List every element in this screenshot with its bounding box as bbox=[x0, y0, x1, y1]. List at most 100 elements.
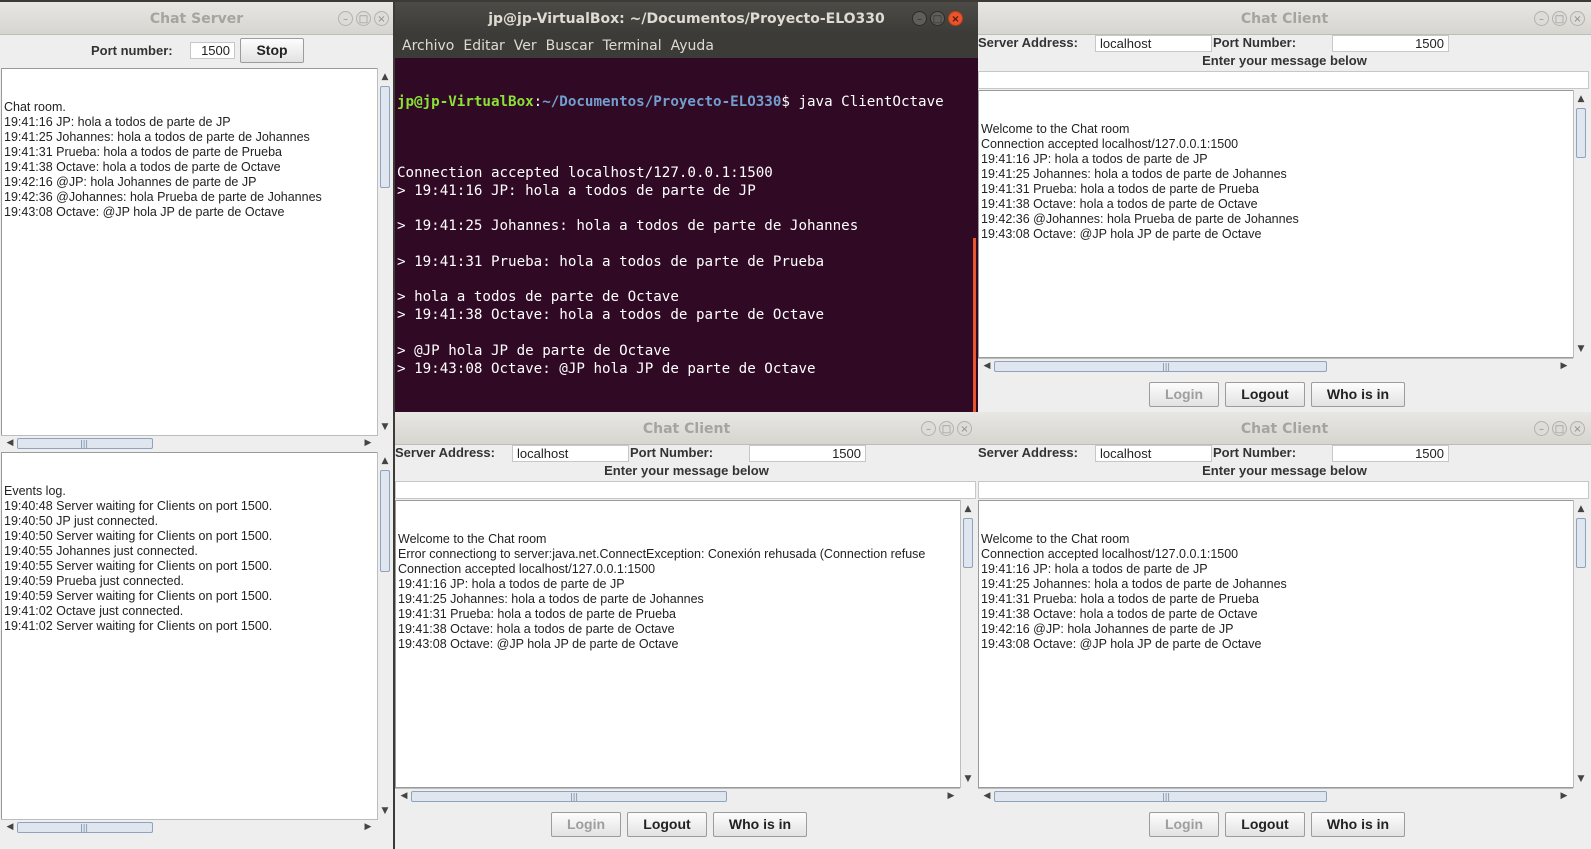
arrow-up-icon[interactable]: ▲ bbox=[1574, 92, 1588, 106]
login-button[interactable]: Login bbox=[1149, 812, 1219, 837]
close-icon[interactable]: × bbox=[374, 11, 389, 26]
arrow-left-icon[interactable]: ◀ bbox=[980, 789, 994, 803]
arrow-up-icon[interactable]: ▲ bbox=[378, 454, 392, 468]
scroll-thumb[interactable] bbox=[1576, 108, 1586, 158]
chat-client-titlebar[interactable]: Chat Client – □ × bbox=[978, 2, 1591, 35]
chat-vertical-scrollbar[interactable]: ▲ ▼ bbox=[960, 500, 976, 788]
port-number-field[interactable]: 1500 bbox=[1332, 445, 1449, 462]
chat-line: 19:41:31 Prueba: hola a todos de parte d… bbox=[981, 182, 1259, 196]
minimize-icon[interactable]: – bbox=[338, 11, 353, 26]
maximize-icon[interactable]: □ bbox=[1552, 421, 1567, 436]
message-input[interactable] bbox=[978, 481, 1589, 499]
scroll-thumb[interactable]: ||| bbox=[17, 438, 153, 449]
menu-item-editar[interactable]: Editar bbox=[463, 38, 504, 54]
arrow-right-icon[interactable]: ▶ bbox=[1557, 789, 1571, 803]
chat-server-titlebar[interactable]: Chat Server – □ × bbox=[0, 2, 393, 35]
arrow-right-icon[interactable]: ▶ bbox=[361, 820, 375, 834]
chat-horizontal-scrollbar[interactable]: ◀ ||| ▶ bbox=[978, 358, 1573, 374]
arrow-up-icon[interactable]: ▲ bbox=[1574, 502, 1588, 516]
minimize-icon[interactable]: – bbox=[921, 421, 936, 436]
chat-messages[interactable]: Welcome to the Chat room Error connection… bbox=[395, 500, 962, 788]
scroll-thumb[interactable]: ||| bbox=[994, 791, 1327, 802]
chat-room-log[interactable]: Chat room. 19:41:16 JP: hola a todos de p… bbox=[1, 68, 379, 436]
arrow-up-icon[interactable]: ▲ bbox=[961, 502, 975, 516]
who-is-in-button[interactable]: Who is in bbox=[713, 812, 807, 837]
close-icon[interactable]: × bbox=[957, 421, 972, 436]
terminal-scrollbar[interactable] bbox=[973, 238, 976, 419]
message-input[interactable] bbox=[395, 481, 976, 499]
chat-line: 19:42:36 @Johannes: hola Prueba de parte… bbox=[4, 190, 322, 204]
event-line: 19:41:02 Octave just connected. bbox=[4, 604, 184, 618]
scroll-thumb[interactable] bbox=[1576, 518, 1586, 568]
terminal-titlebar[interactable]: jp@jp-VirtualBox: ~/Documentos/Proyecto-… bbox=[395, 2, 978, 34]
maximize-icon[interactable]: □ bbox=[939, 421, 954, 436]
who-is-in-button[interactable]: Who is in bbox=[1311, 812, 1405, 837]
scroll-thumb[interactable] bbox=[963, 518, 973, 568]
chat-client-titlebar[interactable]: Chat Client – □ × bbox=[395, 412, 978, 445]
maximize-icon[interactable]: □ bbox=[930, 11, 945, 26]
scroll-thumb[interactable]: ||| bbox=[994, 361, 1327, 372]
close-icon[interactable]: × bbox=[948, 11, 963, 26]
events-log-horizontal-scrollbar[interactable]: ◀ ||| ▶ bbox=[1, 819, 377, 835]
arrow-up-icon[interactable]: ▲ bbox=[378, 70, 392, 84]
chat-messages[interactable]: Welcome to the Chat room Connection accep… bbox=[978, 500, 1575, 788]
logout-button[interactable]: Logout bbox=[627, 812, 707, 837]
server-address-field[interactable]: localhost bbox=[1095, 35, 1212, 52]
message-prompt-label: Enter your message below bbox=[1202, 463, 1367, 478]
arrow-down-icon[interactable]: ▼ bbox=[1574, 772, 1588, 786]
arrow-left-icon[interactable]: ◀ bbox=[3, 436, 17, 450]
arrow-down-icon[interactable]: ▼ bbox=[1574, 342, 1588, 356]
terminal-output[interactable]: jp@jp-VirtualBox:~/Documentos/Proyecto-E… bbox=[397, 58, 970, 419]
arrow-right-icon[interactable]: ▶ bbox=[944, 789, 958, 803]
minimize-icon[interactable]: – bbox=[912, 11, 927, 26]
login-button[interactable]: Login bbox=[1149, 382, 1219, 407]
logout-button[interactable]: Logout bbox=[1225, 382, 1305, 407]
scroll-thumb[interactable]: ||| bbox=[17, 822, 153, 833]
chat-vertical-scrollbar[interactable]: ▲ ▼ bbox=[1573, 500, 1589, 788]
arrow-down-icon[interactable]: ▼ bbox=[378, 420, 392, 434]
scroll-thumb[interactable] bbox=[380, 470, 390, 572]
arrow-right-icon[interactable]: ▶ bbox=[1557, 359, 1571, 373]
chat-vertical-scrollbar[interactable]: ▲ ▼ bbox=[1573, 90, 1589, 358]
server-address-field[interactable]: localhost bbox=[512, 445, 629, 462]
minimize-icon[interactable]: – bbox=[1534, 421, 1549, 436]
maximize-icon[interactable]: □ bbox=[1552, 11, 1567, 26]
menu-item-buscar[interactable]: Buscar bbox=[546, 38, 594, 54]
close-icon[interactable]: × bbox=[1570, 421, 1585, 436]
menu-item-terminal[interactable]: Terminal bbox=[602, 38, 661, 54]
chat-line: 19:43:08 Octave: @JP hola JP de parte de… bbox=[4, 205, 285, 219]
event-line: 19:40:48 Server waiting for Clients on p… bbox=[4, 499, 273, 513]
arrow-down-icon[interactable]: ▼ bbox=[378, 804, 392, 818]
who-is-in-button[interactable]: Who is in bbox=[1311, 382, 1405, 407]
chat-client-titlebar[interactable]: Chat Client – □ × bbox=[978, 412, 1591, 445]
login-button[interactable]: Login bbox=[551, 812, 621, 837]
events-log[interactable]: Events log. 19:40:48 Server waiting for C… bbox=[1, 452, 379, 820]
stop-button[interactable]: Stop bbox=[240, 38, 304, 63]
chat-room-vertical-scrollbar[interactable]: ▲ ▼ bbox=[377, 68, 393, 436]
chat-horizontal-scrollbar[interactable]: ◀ ||| ▶ bbox=[978, 788, 1573, 804]
chat-room-horizontal-scrollbar[interactable]: ◀ ||| ▶ bbox=[1, 435, 377, 451]
arrow-right-icon[interactable]: ▶ bbox=[361, 436, 375, 450]
maximize-icon[interactable]: □ bbox=[356, 11, 371, 26]
menu-item-ver[interactable]: Ver bbox=[514, 38, 537, 54]
server-address-field[interactable]: localhost bbox=[1095, 445, 1212, 462]
port-number-field[interactable]: 1500 bbox=[749, 445, 866, 462]
close-icon[interactable]: × bbox=[1570, 11, 1585, 26]
menu-item-ayuda[interactable]: Ayuda bbox=[671, 38, 714, 54]
logout-button[interactable]: Logout bbox=[1225, 812, 1305, 837]
arrow-left-icon[interactable]: ◀ bbox=[980, 359, 994, 373]
arrow-left-icon[interactable]: ◀ bbox=[3, 820, 17, 834]
arrow-down-icon[interactable]: ▼ bbox=[961, 772, 975, 786]
arrow-left-icon[interactable]: ◀ bbox=[397, 789, 411, 803]
message-input[interactable] bbox=[978, 71, 1589, 89]
minimize-icon[interactable]: – bbox=[1534, 11, 1549, 26]
terminal-window[interactable]: jp@jp-VirtualBox: ~/Documentos/Proyecto-… bbox=[395, 2, 978, 419]
scroll-thumb[interactable]: ||| bbox=[411, 791, 727, 802]
events-log-vertical-scrollbar[interactable]: ▲ ▼ bbox=[377, 452, 393, 820]
port-number-field[interactable]: 1500 bbox=[1332, 35, 1449, 52]
menu-item-archivo[interactable]: Archivo bbox=[402, 38, 454, 54]
chat-messages[interactable]: Welcome to the Chat room Connection accep… bbox=[978, 90, 1575, 358]
scroll-thumb[interactable] bbox=[380, 86, 390, 188]
port-number-field[interactable]: 1500 bbox=[190, 42, 235, 59]
chat-horizontal-scrollbar[interactable]: ◀ ||| ▶ bbox=[395, 788, 960, 804]
